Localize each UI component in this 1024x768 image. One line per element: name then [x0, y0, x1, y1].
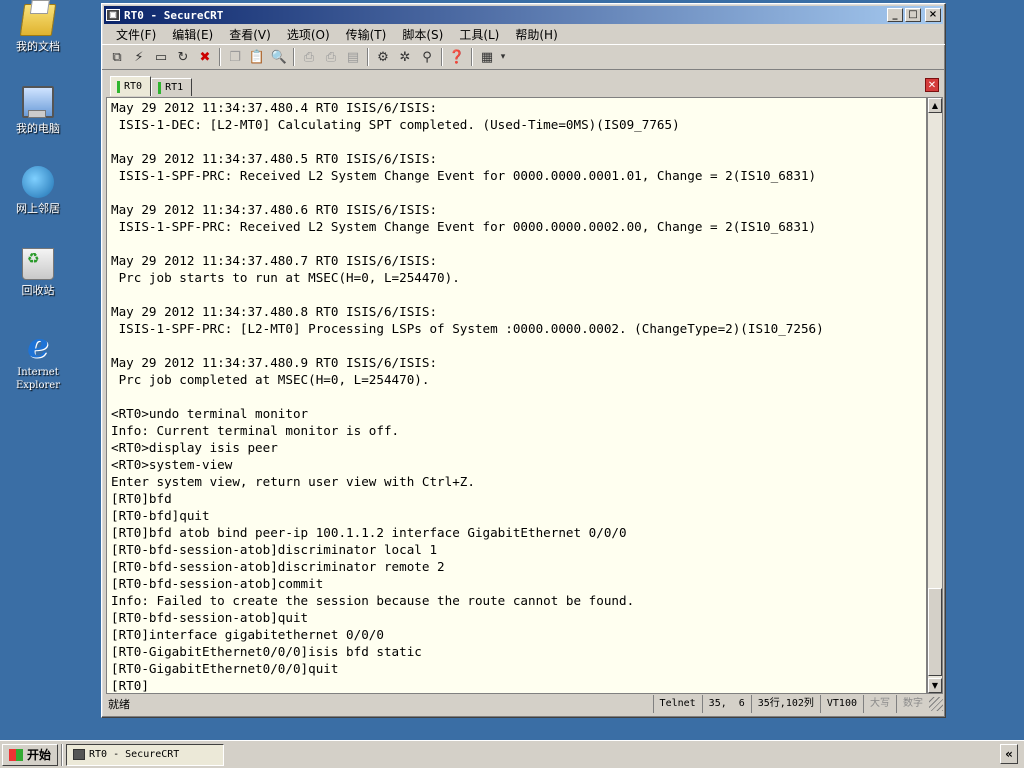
windows-logo-icon [9, 748, 23, 761]
connected-indicator-icon [117, 80, 120, 93]
toolbar: ⧉ ⚡ ▭ ↻ ✖ ❐ 📋 🔍 ⎙ ⎙ ▤ ⚙ ✲ ⚲ ❓ ▦ ▾ [102, 44, 945, 70]
my-documents-icon [19, 4, 57, 36]
menu-bar: 文件(F) 编辑(E) 查看(V) 选项(O) 传输(T) 脚本(S) 工具(L… [102, 24, 945, 44]
task-label: RT0 - SecureCRT [89, 749, 180, 760]
menu-script[interactable]: 脚本(S) [394, 26, 451, 43]
title-bar[interactable]: ▣ RT0 - SecureCRT _ □ × [104, 6, 943, 24]
reconnect-icon[interactable]: ↻ [172, 47, 194, 67]
close-tab-icon[interactable]: ✕ [925, 78, 939, 92]
resize-grip-icon[interactable] [929, 697, 943, 711]
recycle-bin-icon [22, 248, 54, 280]
tab-label: RT0 [124, 81, 143, 92]
printer-icon[interactable]: ▤ [342, 47, 364, 67]
maximize-button[interactable]: □ [905, 8, 921, 22]
find-icon[interactable]: 🔍 [268, 47, 290, 67]
desktop-icon-label: Internet Explorer [15, 367, 61, 391]
menu-help[interactable]: 帮助(H) [507, 26, 565, 43]
menu-tools[interactable]: 工具(L) [451, 26, 507, 43]
status-protocol: Telnet [652, 695, 702, 713]
my-computer-icon [22, 86, 54, 118]
internet-explorer-icon: e [27, 326, 49, 366]
desktop-icon-internet-explorer[interactable]: e Internet Explorer [8, 326, 68, 392]
desktop-icon-label: 我的文档 [16, 40, 60, 53]
global-options-icon[interactable]: ✲ [394, 47, 416, 67]
desktop-icon-network-places[interactable]: 网上邻居 [8, 166, 68, 215]
status-num-lock: 数字 [896, 695, 929, 713]
menu-view[interactable]: 查看(V) [221, 26, 279, 43]
session-tab-bar: RT0 RT1 ✕ [104, 76, 943, 96]
scroll-thumb[interactable] [928, 588, 942, 676]
start-button[interactable]: 开始 [2, 743, 59, 766]
print-icon[interactable]: ⎙ [298, 47, 320, 67]
status-terminal-type: VT100 [819, 695, 863, 713]
menu-options[interactable]: 选项(O) [279, 26, 338, 43]
status-row: 35, [701, 695, 733, 713]
show-hidden-icons-button[interactable]: « [1000, 744, 1018, 764]
terminal-output[interactable]: May 29 2012 11:34:37.480.4 RT0 ISIS/6/IS… [106, 97, 927, 694]
window-title: RT0 - SecureCRT [124, 8, 224, 22]
tab-label: RT1 [165, 82, 184, 93]
quick-connect-icon[interactable]: ⚡ [128, 47, 150, 67]
status-col: 6 [738, 698, 745, 709]
securecrt-window: ▣ RT0 - SecureCRT _ □ × 文件(F) 编辑(E) 查看(V… [101, 3, 946, 718]
start-label: 开始 [27, 748, 52, 762]
menu-file[interactable]: 文件(F) [108, 26, 164, 43]
help-icon[interactable]: ❓ [446, 47, 468, 67]
toolbar-separator [471, 48, 473, 66]
toolbar-separator [219, 48, 221, 66]
securecrt-app-icon: ▣ [106, 9, 120, 21]
vertical-scrollbar[interactable]: ▲ ▼ [927, 97, 943, 694]
menu-edit[interactable]: 编辑(E) [164, 26, 221, 43]
taskbar-item-securecrt[interactable]: RT0 - SecureCRT [66, 743, 225, 766]
toolbar-overflow-icon[interactable]: ▾ [498, 47, 508, 67]
tab-rt0[interactable]: RT0 [110, 76, 152, 96]
close-button[interactable]: × [925, 8, 941, 22]
toolbar-separator [293, 48, 295, 66]
status-caps-lock: 大写 [863, 695, 896, 713]
connected-indicator-icon [158, 81, 162, 94]
desktop-icon-label: 网上邻居 [16, 202, 60, 215]
taskbar: 开始 RT0 - SecureCRT « [0, 740, 1024, 768]
session-options-icon[interactable]: ⚙ [372, 47, 394, 67]
toolbar-separator [441, 48, 443, 66]
paste-icon[interactable]: 📋 [246, 47, 268, 67]
toolbar-separator [367, 48, 369, 66]
status-bar: 就绪 Telnet 35, 6 35行,102列 VT100 大写 数字 [104, 693, 943, 715]
connect-in-tab-icon[interactable]: ▭ [150, 47, 172, 67]
status-ready: 就绪 [108, 698, 130, 711]
connect-icon[interactable]: ⧉ [106, 47, 128, 67]
scroll-down-icon[interactable]: ▼ [928, 678, 942, 693]
print-selection-icon[interactable]: ⎙ [320, 47, 342, 67]
taskbar-separator [61, 743, 64, 766]
desktop-icon-my-computer[interactable]: 我的电脑 [8, 86, 68, 135]
tab-rt1[interactable]: RT1 [151, 78, 193, 96]
desktop-icon-my-documents[interactable]: 我的文档 [8, 4, 68, 53]
copy-icon[interactable]: ❐ [224, 47, 246, 67]
status-size: 35行,102列 [750, 695, 820, 713]
network-places-icon [22, 166, 54, 198]
desktop-icon-recycle-bin[interactable]: 回收站 [8, 248, 68, 297]
menu-transfer[interactable]: 传输(T) [338, 26, 395, 43]
minimize-button[interactable]: _ [887, 8, 903, 22]
scroll-up-icon[interactable]: ▲ [928, 98, 942, 113]
terminal-text: May 29 2012 11:34:37.480.4 RT0 ISIS/6/IS… [111, 100, 824, 693]
sftp-icon[interactable]: ▦ [476, 47, 498, 67]
securecrt-task-icon [73, 749, 86, 760]
disconnect-icon[interactable]: ✖ [194, 47, 216, 67]
desktop-icon-label: 回收站 [21, 284, 55, 297]
keymap-icon[interactable]: ⚲ [416, 47, 438, 67]
desktop-icon-label: 我的电脑 [16, 122, 60, 135]
